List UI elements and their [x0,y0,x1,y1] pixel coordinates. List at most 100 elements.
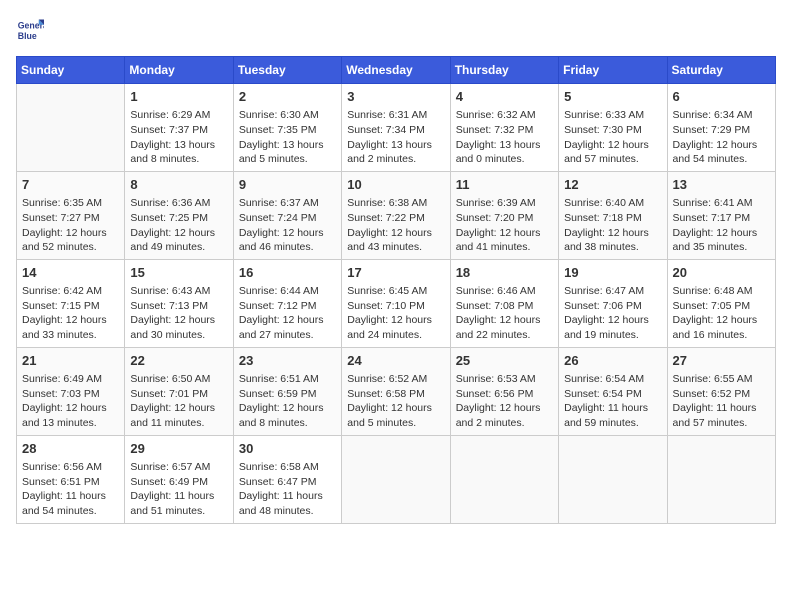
day-number: 20 [673,264,770,282]
weekday-header: Wednesday [342,57,450,84]
day-number: 28 [22,440,119,458]
cell-info: Sunrise: 6:49 AM Sunset: 7:03 PM Dayligh… [22,372,119,431]
day-number: 1 [130,88,227,106]
cell-info: Sunrise: 6:47 AM Sunset: 7:06 PM Dayligh… [564,284,661,343]
cell-info: Sunrise: 6:39 AM Sunset: 7:20 PM Dayligh… [456,196,553,255]
day-number: 6 [673,88,770,106]
calendar-cell: 4 Sunrise: 6:32 AM Sunset: 7:32 PM Daylig… [450,84,558,172]
calendar-cell: 11 Sunrise: 6:39 AM Sunset: 7:20 PM Dayli… [450,171,558,259]
calendar-week-row: 7 Sunrise: 6:35 AM Sunset: 7:27 PM Daylig… [17,171,776,259]
weekday-header: Saturday [667,57,775,84]
cell-info: Sunrise: 6:51 AM Sunset: 6:59 PM Dayligh… [239,372,336,431]
calendar-cell: 29 Sunrise: 6:57 AM Sunset: 6:49 PM Dayli… [125,435,233,523]
cell-info: Sunrise: 6:36 AM Sunset: 7:25 PM Dayligh… [130,196,227,255]
weekday-header: Thursday [450,57,558,84]
day-number: 5 [564,88,661,106]
calendar-week-row: 14 Sunrise: 6:42 AM Sunset: 7:15 PM Dayli… [17,259,776,347]
day-number: 22 [130,352,227,370]
calendar-cell: 14 Sunrise: 6:42 AM Sunset: 7:15 PM Dayli… [17,259,125,347]
cell-info: Sunrise: 6:38 AM Sunset: 7:22 PM Dayligh… [347,196,444,255]
calendar-cell: 19 Sunrise: 6:47 AM Sunset: 7:06 PM Dayli… [559,259,667,347]
calendar-cell [17,84,125,172]
cell-info: Sunrise: 6:54 AM Sunset: 6:54 PM Dayligh… [564,372,661,431]
calendar-cell: 30Sunrise: 6:58 AM Sunset: 6:47 PM Dayli… [233,435,341,523]
calendar-cell: 5 Sunrise: 6:33 AM Sunset: 7:30 PM Daylig… [559,84,667,172]
day-number: 19 [564,264,661,282]
calendar-cell: 23 Sunrise: 6:51 AM Sunset: 6:59 PM Dayli… [233,347,341,435]
day-number: 29 [130,440,227,458]
calendar-cell: 21 Sunrise: 6:49 AM Sunset: 7:03 PM Dayli… [17,347,125,435]
calendar-cell: 17 Sunrise: 6:45 AM Sunset: 7:10 PM Dayli… [342,259,450,347]
cell-info: Sunrise: 6:55 AM Sunset: 6:52 PM Dayligh… [673,372,770,431]
day-number: 23 [239,352,336,370]
day-number: 24 [347,352,444,370]
cell-info: Sunrise: 6:30 AM Sunset: 7:35 PM Dayligh… [239,108,336,167]
cell-info: Sunrise: 6:45 AM Sunset: 7:10 PM Dayligh… [347,284,444,343]
calendar-cell: 16Sunrise: 6:44 AM Sunset: 7:12 PM Dayli… [233,259,341,347]
day-number: 13 [673,176,770,194]
cell-info: Sunrise: 6:58 AM Sunset: 6:47 PM Dayligh… [239,460,336,519]
cell-info: Sunrise: 6:46 AM Sunset: 7:08 PM Dayligh… [456,284,553,343]
calendar-cell: 18 Sunrise: 6:46 AM Sunset: 7:08 PM Dayli… [450,259,558,347]
calendar-cell: 6 Sunrise: 6:34 AM Sunset: 7:29 PM Daylig… [667,84,775,172]
calendar-cell: 25Sunrise: 6:53 AM Sunset: 6:56 PM Dayli… [450,347,558,435]
day-number: 3 [347,88,444,106]
calendar-cell: 7 Sunrise: 6:35 AM Sunset: 7:27 PM Daylig… [17,171,125,259]
calendar-cell: 24 Sunrise: 6:52 AM Sunset: 6:58 PM Dayli… [342,347,450,435]
day-number: 26 [564,352,661,370]
svg-text:Blue: Blue [18,31,37,41]
calendar-table: SundayMondayTuesdayWednesdayThursdayFrid… [16,56,776,524]
cell-info: Sunrise: 6:52 AM Sunset: 6:58 PM Dayligh… [347,372,444,431]
day-number: 4 [456,88,553,106]
cell-info: Sunrise: 6:35 AM Sunset: 7:27 PM Dayligh… [22,196,119,255]
day-number: 11 [456,176,553,194]
cell-info: Sunrise: 6:41 AM Sunset: 7:17 PM Dayligh… [673,196,770,255]
calendar-cell [559,435,667,523]
calendar-cell: 20 Sunrise: 6:48 AM Sunset: 7:05 PM Dayli… [667,259,775,347]
calendar-cell [667,435,775,523]
day-number: 18 [456,264,553,282]
weekday-header: Sunday [17,57,125,84]
calendar-cell: 3 Sunrise: 6:31 AM Sunset: 7:34 PM Daylig… [342,84,450,172]
calendar-week-row: 28 Sunrise: 6:56 AM Sunset: 6:51 PM Dayli… [17,435,776,523]
cell-info: Sunrise: 6:31 AM Sunset: 7:34 PM Dayligh… [347,108,444,167]
cell-info: Sunrise: 6:50 AM Sunset: 7:01 PM Dayligh… [130,372,227,431]
cell-info: Sunrise: 6:32 AM Sunset: 7:32 PM Dayligh… [456,108,553,167]
calendar-cell [450,435,558,523]
cell-info: Sunrise: 6:57 AM Sunset: 6:49 PM Dayligh… [130,460,227,519]
day-number: 25 [456,352,553,370]
calendar-cell: 2Sunrise: 6:30 AM Sunset: 7:35 PM Daylig… [233,84,341,172]
day-number: 7 [22,176,119,194]
day-number: 15 [130,264,227,282]
day-number: 9 [239,176,336,194]
cell-info: Sunrise: 6:56 AM Sunset: 6:51 PM Dayligh… [22,460,119,519]
cell-info: Sunrise: 6:40 AM Sunset: 7:18 PM Dayligh… [564,196,661,255]
calendar-cell: 26 Sunrise: 6:54 AM Sunset: 6:54 PM Dayli… [559,347,667,435]
calendar-cell: 9Sunrise: 6:37 AM Sunset: 7:24 PM Daylig… [233,171,341,259]
cell-info: Sunrise: 6:42 AM Sunset: 7:15 PM Dayligh… [22,284,119,343]
calendar-cell: 13 Sunrise: 6:41 AM Sunset: 7:17 PM Dayli… [667,171,775,259]
calendar-week-row: 1 Sunrise: 6:29 AM Sunset: 7:37 PM Daylig… [17,84,776,172]
calendar-cell: 8Sunrise: 6:36 AM Sunset: 7:25 PM Daylig… [125,171,233,259]
calendar-cell: 10Sunrise: 6:38 AM Sunset: 7:22 PM Dayli… [342,171,450,259]
day-number: 21 [22,352,119,370]
weekday-header-row: SundayMondayTuesdayWednesdayThursdayFrid… [17,57,776,84]
cell-info: Sunrise: 6:29 AM Sunset: 7:37 PM Dayligh… [130,108,227,167]
logo: General Blue [16,16,48,44]
page-header: General Blue [16,16,776,44]
cell-info: Sunrise: 6:48 AM Sunset: 7:05 PM Dayligh… [673,284,770,343]
cell-info: Sunrise: 6:34 AM Sunset: 7:29 PM Dayligh… [673,108,770,167]
day-number: 16 [239,264,336,282]
day-number: 17 [347,264,444,282]
calendar-cell [342,435,450,523]
logo-icon: General Blue [16,16,44,44]
day-number: 12 [564,176,661,194]
cell-info: Sunrise: 6:33 AM Sunset: 7:30 PM Dayligh… [564,108,661,167]
calendar-cell: 28 Sunrise: 6:56 AM Sunset: 6:51 PM Dayli… [17,435,125,523]
calendar-cell: 15 Sunrise: 6:43 AM Sunset: 7:13 PM Dayli… [125,259,233,347]
cell-info: Sunrise: 6:43 AM Sunset: 7:13 PM Dayligh… [130,284,227,343]
day-number: 27 [673,352,770,370]
calendar-cell: 1 Sunrise: 6:29 AM Sunset: 7:37 PM Daylig… [125,84,233,172]
weekday-header: Friday [559,57,667,84]
day-number: 14 [22,264,119,282]
